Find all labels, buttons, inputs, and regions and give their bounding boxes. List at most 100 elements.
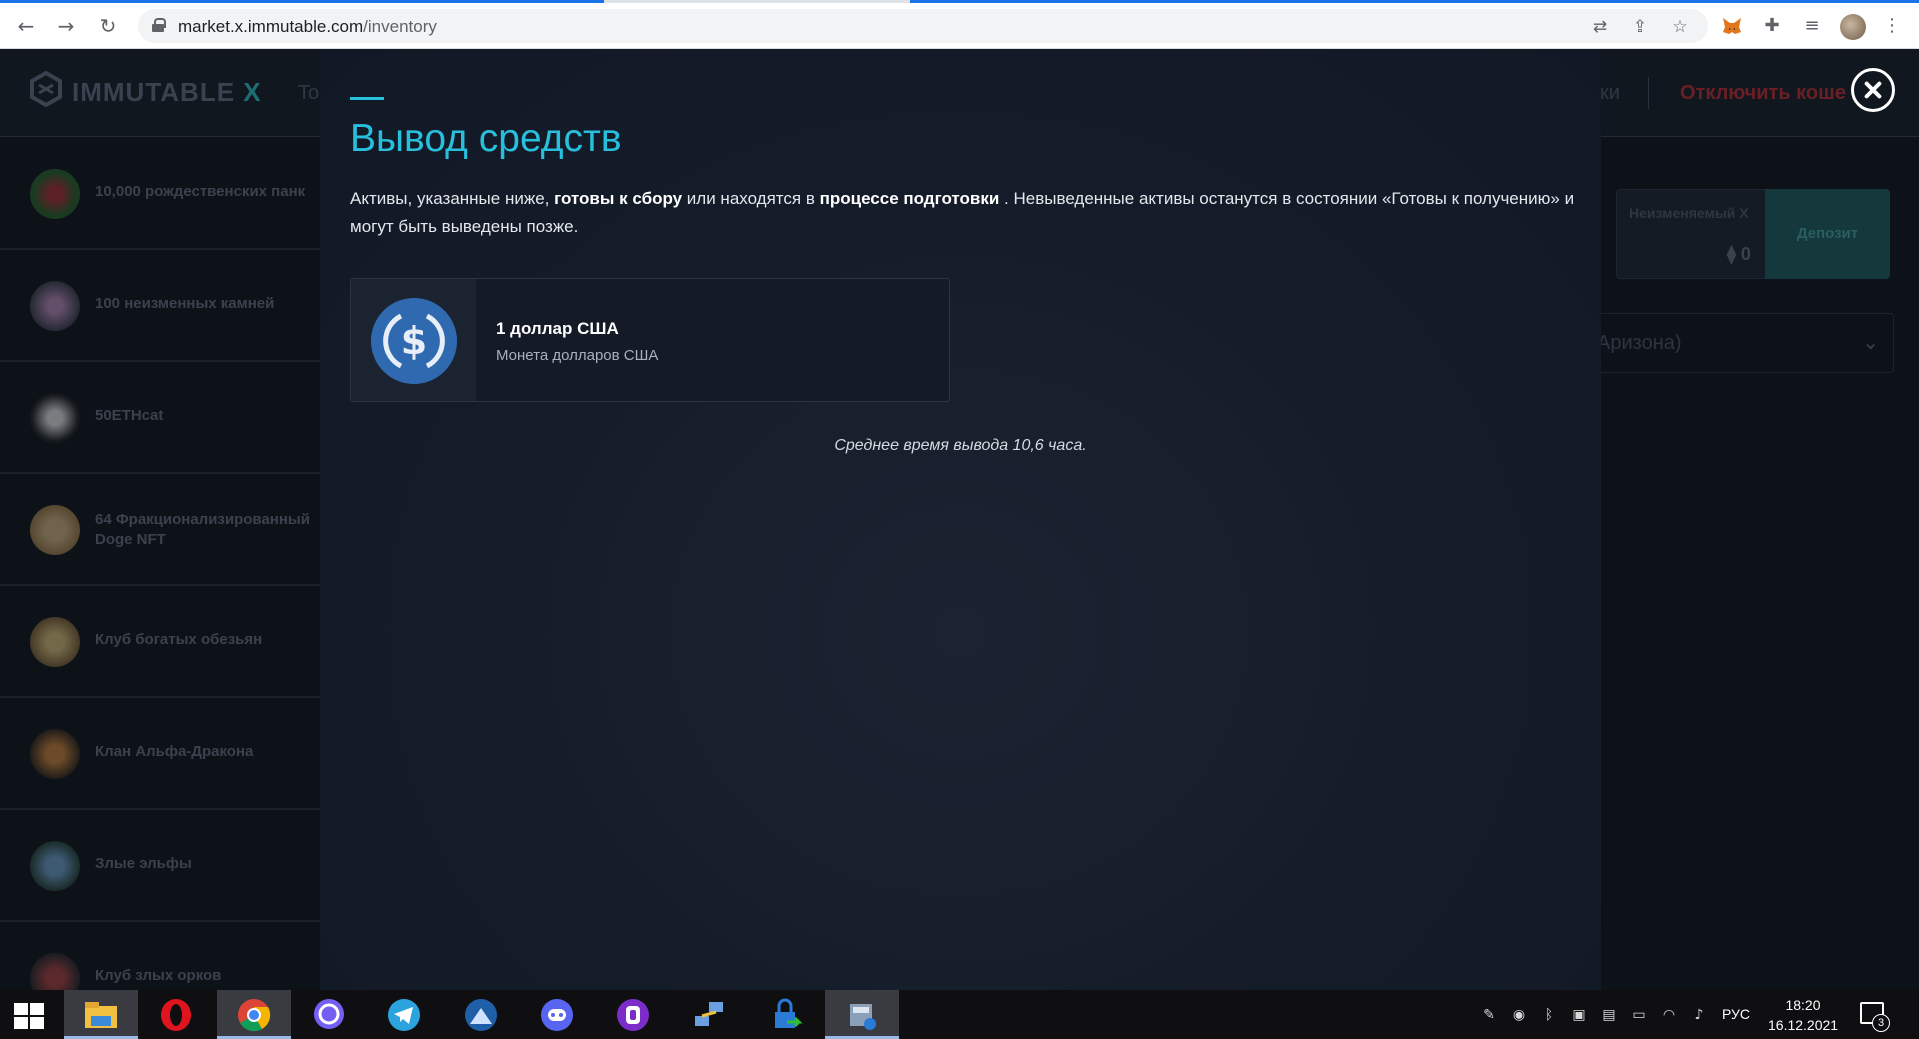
- url-text[interactable]: market.x.immutable.com/inventory: [178, 17, 437, 37]
- taskbar-vpn-app[interactable]: [748, 990, 822, 1039]
- viber-icon: [314, 999, 344, 1029]
- collection-avatar: [30, 841, 80, 891]
- immutable-logo-icon: [30, 71, 62, 107]
- taskbar-discord[interactable]: [520, 990, 594, 1039]
- share-icon[interactable]: ⇪: [1630, 17, 1650, 37]
- start-button[interactable]: [0, 990, 58, 1039]
- sidebar-item[interactable]: 100 неизменных камней: [0, 250, 320, 362]
- taskbar-opera[interactable]: [139, 990, 213, 1039]
- lock-transfer-icon: [775, 998, 803, 1028]
- header-nav-fragment-right[interactable]: ки: [1600, 82, 1620, 105]
- taskbar-app-blue[interactable]: [444, 990, 518, 1039]
- sidebar-item[interactable]: Клан Альфа-Дракона: [0, 698, 320, 810]
- logo-text: IMMUTABLE X: [72, 77, 262, 107]
- sidebar-item-label: 64 Фракционализированный Doge NFT: [95, 511, 310, 548]
- opera-icon: [161, 999, 191, 1031]
- modal-description: Активы, указанные ниже, готовы к сбору и…: [350, 189, 1575, 236]
- collection-avatar: [30, 169, 80, 219]
- asset-icon-box: $: [351, 279, 476, 401]
- network-computers-icon: [695, 1002, 723, 1026]
- taskbar-app-purple[interactable]: [596, 990, 670, 1039]
- asset-card[interactable]: $ 1 доллар США Монета долларов США: [350, 278, 950, 402]
- extensions-puzzle-icon[interactable]: ✚: [1760, 14, 1784, 38]
- battery-icon[interactable]: ▭: [1630, 1006, 1648, 1024]
- chrome-icon: [238, 999, 271, 1032]
- modal-title: Вывод средств: [350, 117, 622, 160]
- volume-icon[interactable]: ♪: [1690, 1006, 1708, 1024]
- back-icon[interactable]: ←: [12, 12, 40, 40]
- close-modal-button[interactable]: [1851, 68, 1895, 112]
- chrome-menu-icon[interactable]: ⋮: [1880, 14, 1904, 38]
- reload-icon[interactable]: ↻: [94, 12, 122, 40]
- clock-date: 16.12.2021: [1768, 1017, 1839, 1033]
- sidebar-item-label: Клуб злых орков: [95, 967, 222, 984]
- collection-avatar: [30, 281, 80, 331]
- sidebar-item[interactable]: 50ETHcat: [0, 362, 320, 474]
- disconnect-wallet-link[interactable]: Отключить коше: [1680, 82, 1846, 105]
- usdc-coin-icon: $: [371, 298, 457, 384]
- input-language[interactable]: РУС: [1722, 1006, 1750, 1022]
- rss-tray-icon[interactable]: ◉: [1510, 1006, 1528, 1024]
- taskbar-viber[interactable]: [292, 990, 366, 1039]
- sidebar-item-label: 50ETHcat: [95, 407, 164, 424]
- bluetooth-icon[interactable]: ᛒ: [1540, 1006, 1558, 1024]
- collection-avatar: [30, 393, 80, 443]
- discord-icon: [541, 999, 573, 1031]
- display-tray-icon[interactable]: ▤: [1600, 1006, 1618, 1024]
- balance-value: ⧫ 0: [1727, 244, 1751, 264]
- taskbar-network-app[interactable]: [672, 990, 746, 1039]
- feather-tray-icon[interactable]: ✎: [1480, 1006, 1498, 1024]
- deposit-button[interactable]: Депозит: [1765, 189, 1890, 279]
- sidebar-item[interactable]: 10,000 рождественских панк: [0, 138, 320, 250]
- chevron-down-icon: ⌄: [1862, 330, 1879, 354]
- forward-icon[interactable]: →: [52, 12, 80, 40]
- address-bar[interactable]: market.x.immutable.com/inventory ⇄ ⇪ ☆: [138, 9, 1708, 43]
- collection-avatar: [30, 953, 80, 990]
- browser-toolbar: ← → ↻ market.x.immutable.com/inventory ⇄…: [0, 3, 1919, 49]
- reading-list-icon[interactable]: ≡: [1800, 14, 1824, 38]
- collections-sidebar: 10,000 рождественских панк 100 неизменны…: [0, 138, 320, 990]
- sidebar-item[interactable]: Злые эльфы: [0, 810, 320, 922]
- taskbar-explorer[interactable]: [64, 990, 138, 1039]
- withdrawal-modal: Вывод средств Активы, указанные ниже, го…: [320, 49, 1601, 990]
- clock-time: 18:20: [1785, 997, 1821, 1013]
- metamask-extension-icon[interactable]: [1720, 14, 1744, 38]
- translate-icon[interactable]: ⇄: [1590, 17, 1610, 37]
- folder-icon: [85, 1002, 117, 1028]
- notification-count: 3: [1872, 1014, 1890, 1032]
- sidebar-item-label: 100 неизменных камней: [95, 295, 275, 312]
- windows-taskbar: ✎ ◉ ᛒ ▣ ▤ ▭ ◠ ♪ РУС 18:20 16.12.2021 3: [0, 990, 1919, 1039]
- header-divider: [1648, 77, 1649, 109]
- balance-title: Неизменяемый X: [1629, 205, 1749, 221]
- asset-subtitle: Монета долларов США: [496, 347, 659, 364]
- collection-avatar: [30, 729, 80, 779]
- clock[interactable]: 18:20 16.12.2021: [1768, 995, 1838, 1035]
- mountain-app-icon: [465, 999, 497, 1031]
- lock-icon[interactable]: [152, 18, 166, 32]
- windows-logo-icon: [14, 1003, 44, 1029]
- purple-app-icon: [617, 999, 649, 1031]
- nvidia-tray-icon[interactable]: ▣: [1570, 1006, 1588, 1024]
- header-nav-fragment[interactable]: To: [298, 82, 319, 105]
- profile-avatar[interactable]: [1840, 14, 1866, 40]
- taskbar-telegram[interactable]: [367, 990, 441, 1039]
- taskbar-chrome[interactable]: [217, 990, 291, 1039]
- sidebar-item-label: 10,000 рождественских панк: [95, 183, 306, 200]
- sidebar-item-label: Злые эльфы: [95, 855, 192, 872]
- sidebar-item[interactable]: 64 Фракционализированный Doge NFT: [0, 474, 320, 586]
- sidebar-item[interactable]: Клуб злых орков: [0, 922, 320, 990]
- asset-name: 1 доллар США: [496, 319, 619, 338]
- telegram-icon: [388, 999, 420, 1031]
- taskbar-installer-app[interactable]: [825, 990, 899, 1039]
- region-select[interactable]: Аризона) ⌄: [1596, 313, 1894, 373]
- wifi-icon[interactable]: ◠: [1660, 1006, 1678, 1024]
- bookmark-star-icon[interactable]: ☆: [1670, 17, 1690, 37]
- average-withdrawal-time: Среднее время вывода 10,6 часа.: [834, 437, 1087, 454]
- sidebar-item-label: Клан Альфа-Дракона: [95, 743, 254, 760]
- sidebar-item-label: Клуб богатых обезьян: [95, 631, 263, 648]
- sidebar-item[interactable]: Клуб богатых обезьян: [0, 586, 320, 698]
- svg-text:$: $: [401, 319, 427, 363]
- collection-avatar: [30, 505, 80, 555]
- collection-avatar: [30, 617, 80, 667]
- title-accent-line: [350, 97, 384, 100]
